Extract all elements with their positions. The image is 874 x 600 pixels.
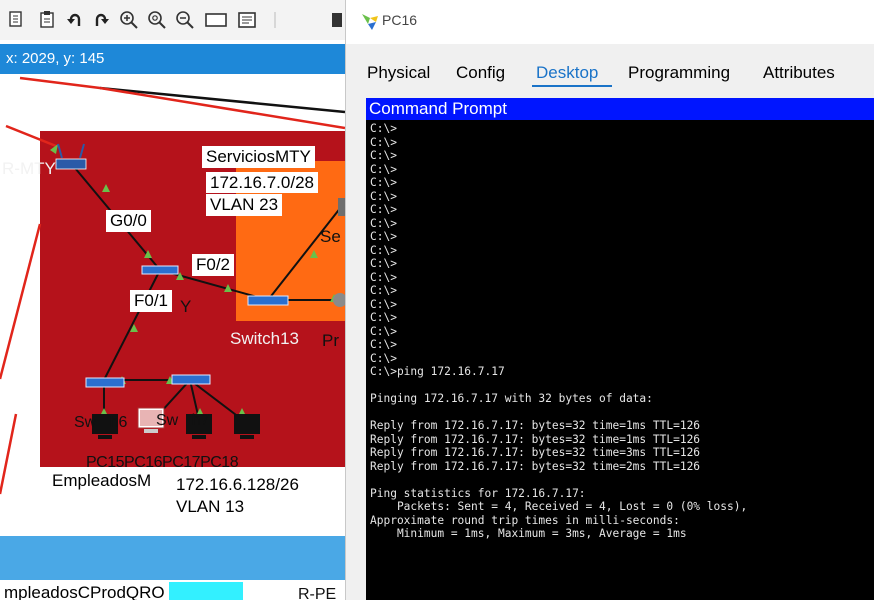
servicios-vlan: VLAN 23 (206, 194, 283, 216)
terminal-line: C:\> (370, 257, 397, 270)
terminal-line: Reply from 172.16.7.17: bytes=32 time=1m… (370, 419, 701, 432)
terminal-line: Reply from 172.16.7.17: bytes=32 time=2m… (370, 459, 701, 473)
zoom-out-icon[interactable] (174, 9, 196, 31)
window-titlebar[interactable]: PC16 (346, 0, 874, 44)
server-label: Se (320, 227, 341, 246)
window-tabs: Physical Config Desktop Programming Attr… (346, 55, 874, 91)
server-icon (338, 198, 345, 216)
terminal-line: C:\> (370, 176, 397, 189)
terminal-line: C:\> (370, 189, 397, 203)
switch13-icon (247, 295, 289, 306)
switch17-label: Sw h7 (156, 412, 210, 429)
command-prompt-title: Command Prompt (366, 98, 874, 120)
switch16-label: Sw h6 (74, 414, 128, 431)
terminal-line: C:\> (370, 297, 397, 311)
terminal-line: C:\> (370, 311, 397, 324)
tab-physical[interactable]: Physical (367, 63, 430, 83)
window-title: PC16 (382, 12, 418, 28)
terminal-line: Reply from 172.16.7.17: bytes=32 time=3m… (370, 446, 701, 459)
terminal-line: C:\> (370, 324, 397, 338)
paste-icon[interactable] (36, 9, 58, 31)
palette-icon[interactable] (330, 9, 344, 31)
coordinate-readout: x: 2029, y: 145 (0, 44, 345, 74)
undo-icon[interactable] (64, 9, 86, 31)
terminal-line: Reply from 172.16.7.17: bytes=32 time=1m… (370, 432, 701, 446)
empleadosqro-title: mpleadosCProdQRO (0, 582, 169, 600)
router-label: R-MTY (2, 159, 56, 178)
separator-icon (264, 9, 286, 31)
switch16-icon (85, 377, 125, 388)
link-line (19, 76, 101, 90)
zoom-in-icon[interactable] (118, 9, 140, 31)
switch13-label: Switch13 (230, 329, 299, 348)
label-partial: Y (180, 297, 192, 316)
terminal-line: Ping statistics for 172.16.7.17: (370, 486, 586, 500)
copy-icon[interactable] (6, 9, 28, 31)
terminal-line: C:\> (370, 243, 397, 257)
empleadosqro-band (0, 536, 345, 580)
printer-label: Pr (322, 331, 339, 350)
empleadosmty-title: EmpleadosM (48, 470, 156, 492)
terminal-line: C:\> (370, 203, 397, 216)
terminal-line: C:\>ping 172.16.7.17 (370, 365, 505, 378)
terminal-line: C:\> (370, 338, 397, 351)
notes-icon[interactable] (236, 9, 258, 31)
empleados-vlan: VLAN 13 (172, 496, 249, 518)
terminal-line: Packets: Sent = 4, Received = 4, Lost = … (370, 500, 748, 513)
terminal-line: C:\> (370, 135, 397, 149)
main-toolbar (0, 0, 345, 40)
servicios-title: ServiciosMTY (202, 146, 315, 168)
pc16-window: PC16 Physical Config Desktop Programming… (345, 0, 874, 600)
tab-programming[interactable]: Programming (628, 63, 730, 83)
redo-icon[interactable] (90, 9, 112, 31)
terminal-line: C:\> (370, 162, 397, 176)
tab-attributes[interactable]: Attributes (763, 63, 835, 83)
g00-label: G0/0 (106, 210, 151, 232)
switch17-icon (171, 374, 211, 385)
pc-app-icon (358, 10, 382, 34)
tab-config[interactable]: Config (456, 63, 505, 83)
terminal-line: C:\> (370, 270, 397, 284)
terminal-line: C:\> (370, 351, 397, 365)
tab-desktop[interactable]: Desktop (536, 63, 598, 83)
terminal-line: C:\> (370, 284, 397, 297)
topology-canvas[interactable]: R-MTY G0/0 F0/2 F0/1 Y ServiciosMTY 172.… (0, 74, 345, 600)
rectangle-icon[interactable] (202, 9, 230, 31)
terminal-line: Approximate round trip times in milli-se… (370, 513, 680, 527)
terminal-line: Pinging 172.16.7.17 with 32 bytes of dat… (370, 392, 653, 405)
f01-label: F0/1 (130, 290, 173, 312)
zoom-reset-icon[interactable] (146, 9, 168, 31)
terminal-line: C:\> (370, 149, 397, 162)
terminal-line: C:\> (370, 122, 397, 135)
empleados-network: 172.16.6.128/26 (172, 474, 303, 495)
command-prompt-terminal[interactable]: C:\> C:\> C:\> C:\> C:\> C:\> C:\> C:\> C:\> C:\>… (366, 120, 874, 600)
terminal-line: C:\> (370, 230, 397, 243)
f02-label: F0/2 (192, 254, 235, 276)
terminal-line: C:\> (370, 216, 397, 230)
terminal-line: Minimum = 1ms, Maximum = 3ms, Average = … (370, 527, 687, 540)
router-pe-label: R-PE (298, 586, 337, 600)
switch-icon (141, 265, 179, 275)
active-tab-indicator (532, 85, 612, 87)
servicios-network: 172.16.7.0/28 (206, 172, 318, 193)
